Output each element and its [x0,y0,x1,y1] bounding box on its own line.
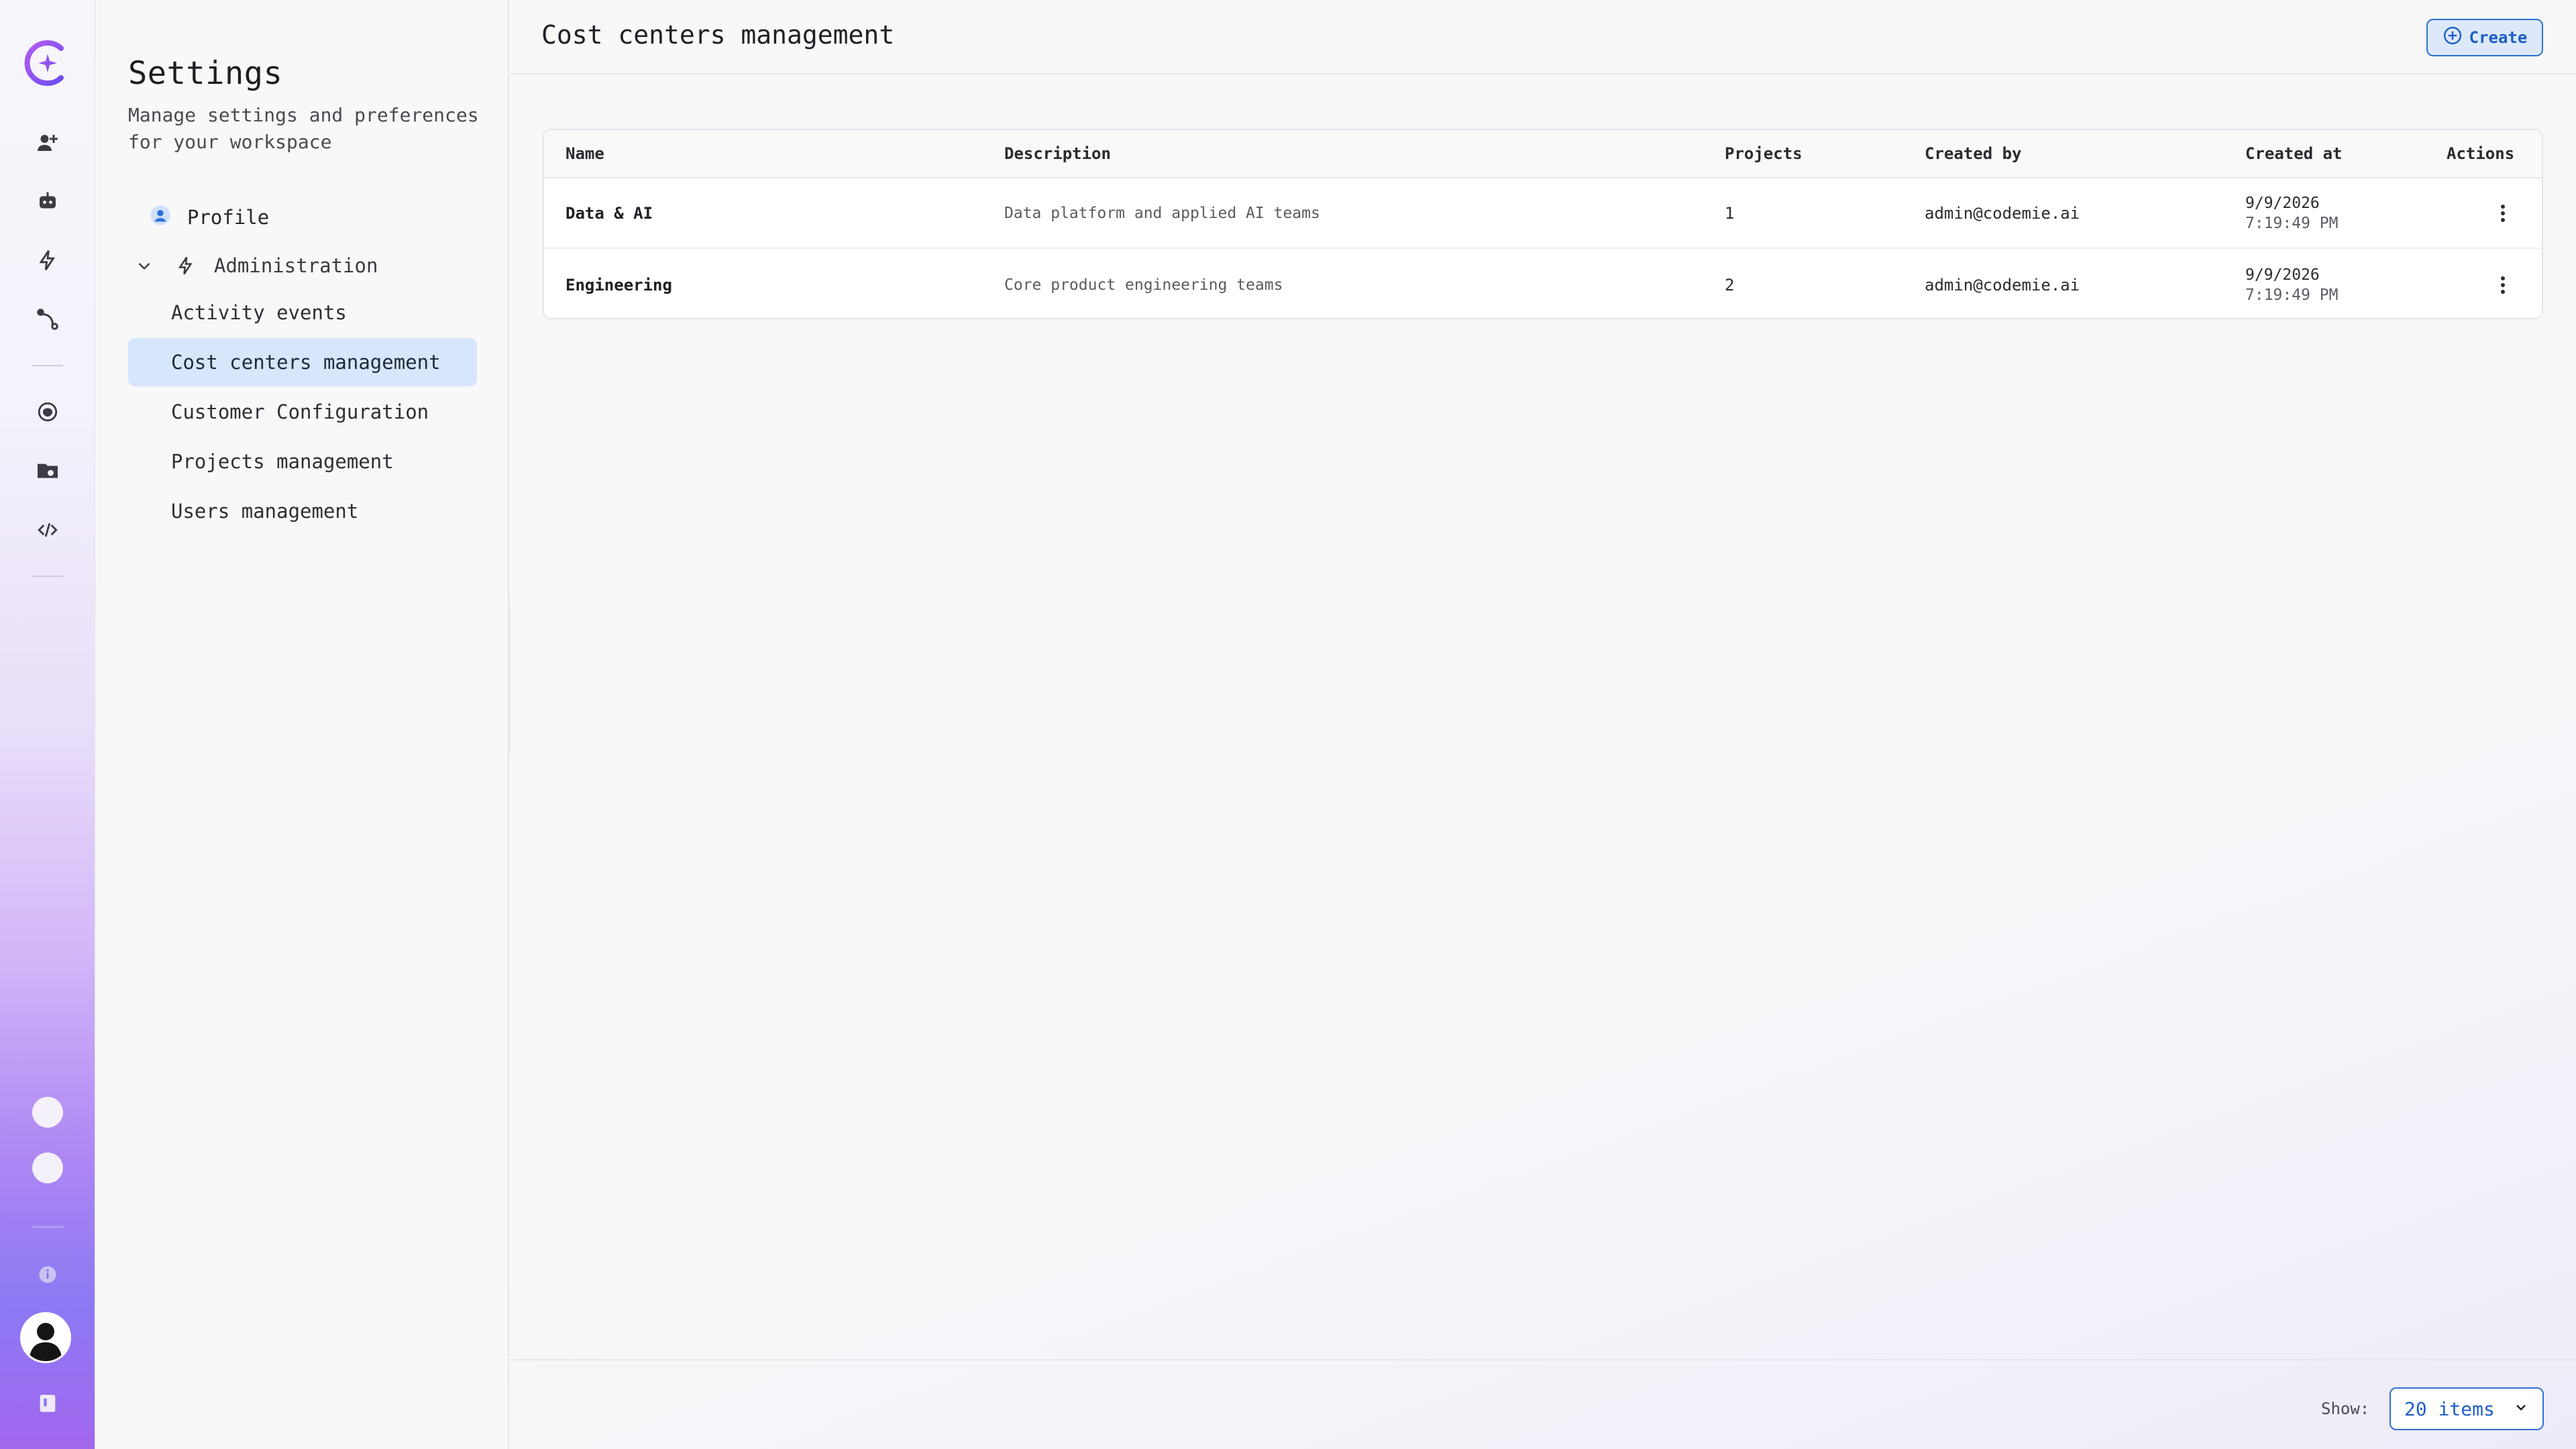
nav-item-customer-configuration[interactable]: Customer Configuration [128,388,477,436]
rail-divider [32,576,63,577]
page-size-value: 20 items [2404,1397,2495,1420]
column-header-name[interactable]: Name [566,130,604,177]
settings-subtitle: Manage settings and preferences for your… [128,104,479,153]
data-folder-icon[interactable] [32,455,64,487]
pagination-footer: Show: 20 items [511,1359,2576,1449]
nav-item-profile[interactable]: Profile [150,200,269,235]
nav-item-activity-events[interactable]: Activity events [128,288,477,337]
row-description: Core product engineering teams [1004,276,1283,294]
row-actions [2489,178,2516,248]
row-created-by: admin@codemie.ai [1925,203,2080,223]
column-header-projects[interactable]: Projects [1725,130,1803,177]
settings-title: Settings [128,55,283,92]
settings-sidebar: Settings Manage settings and preferences… [96,0,509,1449]
more-vertical-icon[interactable] [2489,200,2516,227]
page-header: Cost centers management Create [511,0,2576,74]
row-description: Data platform and applied AI teams [1004,204,1320,222]
plus-circle-icon [2443,25,2463,50]
row-created-date: 9/9/2026 [2245,266,2320,284]
brain-icon[interactable] [32,396,64,428]
cost-centers-table: Name Description Projects Created by Cre… [543,129,2543,319]
lightning-icon[interactable] [32,244,64,276]
column-header-actions: Actions [2447,144,2515,163]
nav-item-users-management[interactable]: Users management [128,487,477,535]
lightning-icon [172,256,199,276]
row-name: Data & AI [566,203,653,223]
row-projects-count: 2 [1725,275,1735,294]
page-size-select[interactable]: 20 items [2390,1387,2544,1430]
row-created-by: admin@codemie.ai [1925,275,2080,294]
table-row[interactable]: Data & AI Data platform and applied AI t… [544,178,2542,249]
page-title: Cost centers management [541,20,895,50]
info-icon[interactable] [32,1258,64,1291]
chevron-down-icon [2513,1398,2529,1420]
rail-circle-button[interactable] [32,1097,63,1128]
docs-icon[interactable] [32,1387,64,1419]
row-projects-count: 1 [1725,203,1735,223]
profile-icon [150,205,171,231]
main-content: Cost centers management Create Name Desc… [511,0,2576,1449]
rail-divider [32,365,63,366]
app-logo-icon[interactable] [22,38,73,89]
row-created-at: 9/9/2026 7:19:49 PM [2245,178,2338,248]
rail-circle-button[interactable] [32,1152,63,1183]
row-name: Engineering [566,275,672,294]
robot-icon[interactable] [32,185,64,217]
add-user-icon[interactable] [32,127,64,159]
row-created-time: 7:19:49 PM [2245,286,2339,304]
nav-group-label: Administration [214,254,378,277]
icon-rail [0,0,95,1449]
table-header: Name Description Projects Created by Cre… [544,130,2542,178]
code-icon[interactable] [32,514,64,546]
rail-divider [32,1226,63,1228]
table-row[interactable]: Engineering Core product engineering tea… [544,250,2542,318]
create-button[interactable]: Create [2426,19,2543,56]
column-header-created-by[interactable]: Created by [1925,130,2022,177]
nav-item-label: Profile [187,206,270,229]
chevron-down-icon[interactable] [131,257,158,274]
page-size-label: Show: [2321,1399,2370,1418]
row-created-date: 9/9/2026 [2245,194,2320,212]
column-header-created-at[interactable]: Created at [2245,130,2343,177]
nav-item-cost-centers[interactable]: Cost centers management [128,338,477,386]
nav-item-projects-management[interactable]: Projects management [128,437,477,486]
create-button-label: Create [2469,28,2528,47]
user-avatar[interactable] [20,1312,71,1363]
more-vertical-icon[interactable] [2489,272,2516,299]
nav-group-administration[interactable]: Administration [131,248,378,283]
row-created-at: 9/9/2026 7:19:49 PM [2245,250,2339,318]
row-actions [2489,250,2516,318]
workflow-icon[interactable] [32,303,64,335]
column-header-description[interactable]: Description [1004,130,1111,177]
row-created-time: 7:19:49 PM [2245,214,2339,232]
